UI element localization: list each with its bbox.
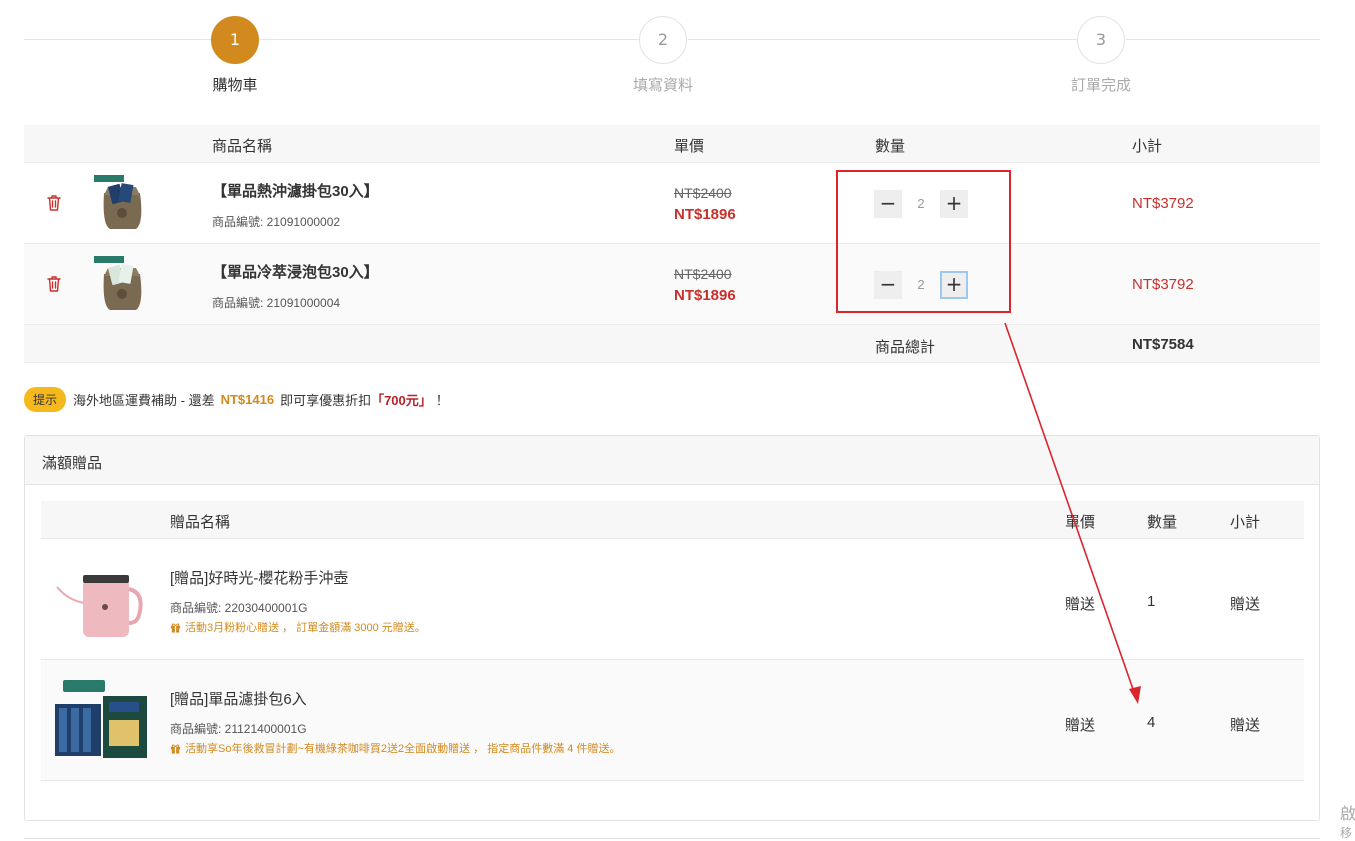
gift-promo: 活動享So年後救冒計劃~有機綠茶咖啡買2送2全面啟動贈送 ， 指定商品件數滿 4… [170,740,620,756]
header-gift-name: 贈品名稱 [170,514,231,531]
step-number: 2 [639,16,687,64]
cart-table: 商品名稱 單價 數量 小計 【單品熱沖濾掛包30入】 商品編號: 2109100… [24,125,1320,363]
shipping-tip: 提示 海外地區運費補助 - 還差 NT$1416 即可享優惠折扣 「700元」 … [24,387,449,412]
gift-thumbnail[interactable] [49,549,153,649]
step-fill-info: 2 填寫資料 [603,16,723,95]
gift-row: [贈品]單品濾掛包6入 商品編號: 21121400001G 活動享So年後救冒… [41,660,1304,781]
header-product-name: 商品名稱 [212,138,273,155]
gift-quantity: 1 [1147,593,1156,610]
trash-icon[interactable] [46,275,62,293]
gift-icon [170,622,181,633]
product-name[interactable]: 【單品冷萃浸泡包30入】 [212,261,379,282]
gift-quantity: 4 [1147,714,1156,731]
gift-promo: 活動3月粉粉心贈送 ， 訂單金額滿 3000 元贈送。 [170,619,426,635]
header-unit-price: 單價 [674,138,705,155]
sale-price: NT$1896 [674,287,736,304]
product-name[interactable]: 【單品熱沖濾掛包30入】 [212,180,379,201]
product-sku: 商品編號: 21091000004 [212,296,341,310]
gift-icon [170,743,181,754]
total-amount: NT$7584 [1132,336,1194,353]
gift-sku: 商品編號: 22030400001G [170,601,308,615]
gift-price: 贈送 [1065,596,1096,613]
gift-name: [贈品]好時光-櫻花粉手沖壺 [170,570,349,587]
product-sku: 商品編號: 21091000002 [212,215,341,229]
step-cart: 1 購物車 [175,16,295,95]
step-line-2-3 [688,39,1078,40]
cart-row: 【單品熱沖濾掛包30入】 商品編號: 21091000002 NT$2400 N… [24,163,1320,244]
gift-table-header: 贈品名稱 單價 數量 小計 [41,501,1304,539]
gift-sku: 商品編號: 21121400001G [170,722,307,736]
side-widget-line2: 移 [1340,826,1353,840]
cart-total-row: 商品總計 NT$7584 [24,325,1320,363]
tip-amount: NT$1416 [220,392,275,407]
header-unit-price: 單價 [1065,514,1096,531]
gift-panel: 滿額贈品 贈品名稱 單價 數量 小計 [贈品]好時光-櫻花粉手沖壺 商品編號: … [24,435,1320,821]
tip-text-before: 海外地區運費補助 - 還差 [73,393,215,408]
row-subtotal: NT$3792 [1132,276,1194,293]
original-price: NT$2400 [674,185,732,201]
cart-table-header: 商品名稱 單價 數量 小計 [24,125,1320,163]
tip-text-after: ！ [435,393,449,408]
step-order-complete: 3 訂單完成 [1041,16,1161,95]
step-label: 訂單完成 [1070,77,1131,94]
gift-price: 贈送 [1065,717,1096,734]
row-subtotal: NT$3792 [1132,195,1194,212]
sale-price: NT$1896 [674,206,736,223]
step-line-1-2 [260,39,640,40]
trash-icon[interactable] [46,194,62,212]
gift-row: [贈品]好時光-櫻花粉手沖壺 商品編號: 22030400001G 活動3月粉粉… [41,539,1304,660]
side-widget-text[interactable]: 啟 移 [1340,804,1355,840]
gift-name: [贈品]單品濾掛包6入 [170,691,307,708]
gift-subtotal: 贈送 [1230,596,1261,613]
total-label: 商品總計 [875,339,936,356]
header-subtotal: 小計 [1132,138,1163,155]
checkout-steps: 1 購物車 2 填寫資料 3 訂單完成 [24,16,1320,96]
step-number: 1 [211,16,259,64]
original-price: NT$2400 [674,266,732,282]
header-subtotal: 小計 [1230,514,1261,531]
cart-row: 【單品冷萃浸泡包30入】 商品編號: 21091000004 NT$2400 N… [24,244,1320,325]
tip-badge: 提示 [24,387,67,412]
step-label: 填寫資料 [632,77,693,94]
gift-table: 贈品名稱 單價 數量 小計 [贈品]好時光-櫻花粉手沖壺 商品編號: 22030… [41,501,1304,781]
gift-subtotal: 贈送 [1230,717,1261,734]
tip-text-mid: 即可享優惠折扣 [280,393,372,408]
gift-panel-title: 滿額贈品 [25,436,1319,485]
header-quantity: 數量 [1147,514,1178,531]
step-number: 3 [1077,16,1125,64]
step-label: 購物車 [212,77,258,94]
side-widget-line1: 啟 [1340,806,1355,823]
product-thumbnail[interactable] [92,254,152,314]
gift-thumbnail[interactable] [49,670,153,770]
product-thumbnail[interactable] [92,173,152,233]
header-quantity: 數量 [875,138,906,155]
gift-promo-text: 活動3月粉粉心贈送 ， 訂單金額滿 3000 元贈送。 [185,622,426,634]
tip-discount: 「700元」 [371,393,432,408]
gift-promo-text: 活動享So年後救冒計劃~有機綠茶咖啡買2送2全面啟動贈送 ， 指定商品件數滿 4… [185,743,621,755]
annotation-highlight-box [836,170,1011,313]
